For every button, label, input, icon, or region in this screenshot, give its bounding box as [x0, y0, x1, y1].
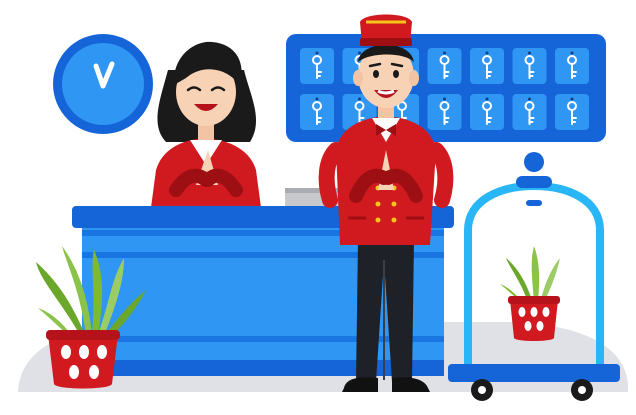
key-icon	[512, 94, 547, 130]
key-icon	[300, 94, 334, 130]
key-icon	[427, 48, 462, 84]
key-icon	[555, 94, 589, 130]
receptionist-icon	[150, 41, 262, 215]
key-icon	[300, 48, 334, 84]
hotel-reception-illustration	[18, 14, 629, 401]
key-icon	[470, 48, 504, 84]
key-icon	[427, 94, 462, 130]
key-icon	[470, 94, 504, 130]
clock-icon	[53, 34, 153, 134]
key-board	[286, 34, 606, 142]
key-icon	[555, 48, 589, 84]
key-icon	[512, 48, 547, 84]
